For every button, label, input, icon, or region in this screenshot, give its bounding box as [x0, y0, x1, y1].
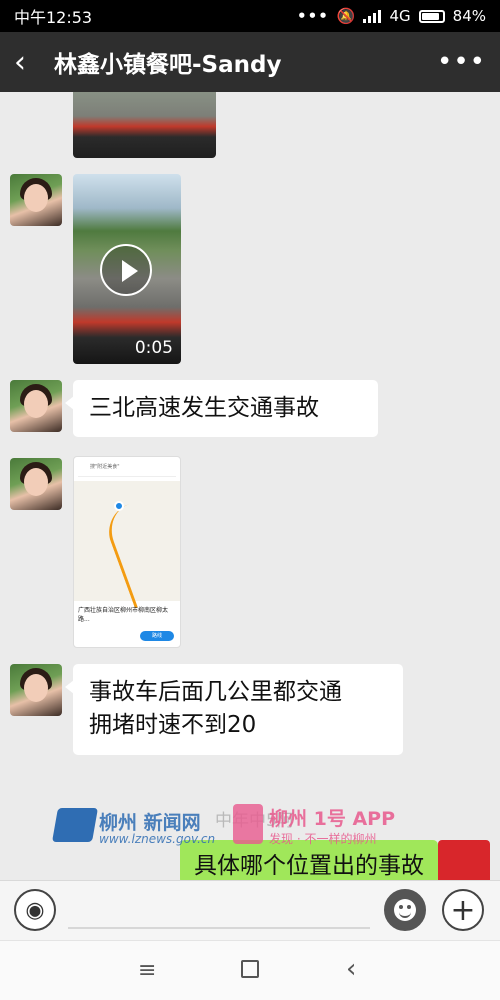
message-text: 具体哪个位置出的事故	[194, 853, 424, 879]
chat-title: 林鑫小镇餐吧-Sandy	[54, 52, 282, 78]
network-label: 4G	[389, 7, 411, 25]
home-icon[interactable]	[241, 960, 259, 978]
video-duration: 0:05	[134, 338, 173, 358]
sent-message-bubble[interactable]: 具体哪个位置出的事故	[180, 840, 438, 880]
chat-area[interactable]: 0:05 三北高速发生交通事故 搜"附近美食" 广西壮族自治区柳州市柳南区柳太路…	[0, 92, 500, 880]
plus-icon[interactable]: +	[442, 889, 484, 931]
back-arrow-icon[interactable]: ‹	[14, 45, 44, 80]
map-view	[74, 481, 180, 609]
status-icons: ••• 🔕 4G 84%	[297, 7, 486, 25]
location-pin-icon	[114, 501, 124, 511]
message-text-line: 拥堵时速不到20	[89, 712, 257, 739]
message-text-line: 事故车后面几公里都交通	[89, 679, 342, 705]
video-message[interactable]: 0:05	[73, 174, 181, 364]
emoji-icon[interactable]	[384, 889, 426, 931]
message-input[interactable]	[68, 901, 370, 929]
message-bubble[interactable]: 三北高速发生交通事故	[65, 380, 378, 438]
back-nav-icon[interactable]: ‹	[346, 954, 356, 984]
avatar[interactable]	[10, 380, 62, 432]
status-bar: 中午12:53 ••• 🔕 4G 84%	[0, 0, 500, 32]
map-address: 广西壮族自治区柳州市柳南区柳太路...	[78, 607, 169, 623]
menu-icon[interactable]: ≡	[138, 958, 156, 983]
more-options-icon[interactable]: •••	[437, 47, 486, 77]
message-bubble[interactable]: 事故车后面几公里都交通 拥堵时速不到20	[65, 664, 403, 755]
mute-icon: 🔕	[336, 7, 356, 25]
more-dots-icon: •••	[297, 7, 329, 25]
battery-percent: 84%	[452, 7, 486, 25]
avatar[interactable]	[10, 458, 62, 510]
map-search-bar: 搜"附近美食"	[78, 463, 176, 477]
chat-header: ‹ 林鑫小镇餐吧-Sandy •••	[0, 32, 500, 92]
input-bar: ◉ +	[0, 880, 500, 940]
system-nav-bar: ≡ ‹	[0, 940, 500, 1000]
my-avatar[interactable]	[438, 840, 490, 880]
map-route-button: 路线	[140, 631, 174, 641]
map-screenshot-message[interactable]: 搜"附近美食" 广西壮族自治区柳州市柳南区柳太路... 路线	[73, 456, 181, 648]
voice-icon[interactable]: ◉	[14, 889, 56, 931]
message-text: 三北高速发生交通事故	[89, 395, 319, 421]
play-icon[interactable]	[100, 244, 152, 296]
signal-icon	[363, 9, 382, 23]
battery-icon	[418, 9, 445, 23]
map-route	[100, 493, 180, 609]
video-message-partial[interactable]	[73, 92, 216, 158]
avatar[interactable]	[10, 664, 62, 716]
avatar[interactable]	[10, 174, 62, 226]
status-time: 中午12:53	[14, 8, 93, 27]
